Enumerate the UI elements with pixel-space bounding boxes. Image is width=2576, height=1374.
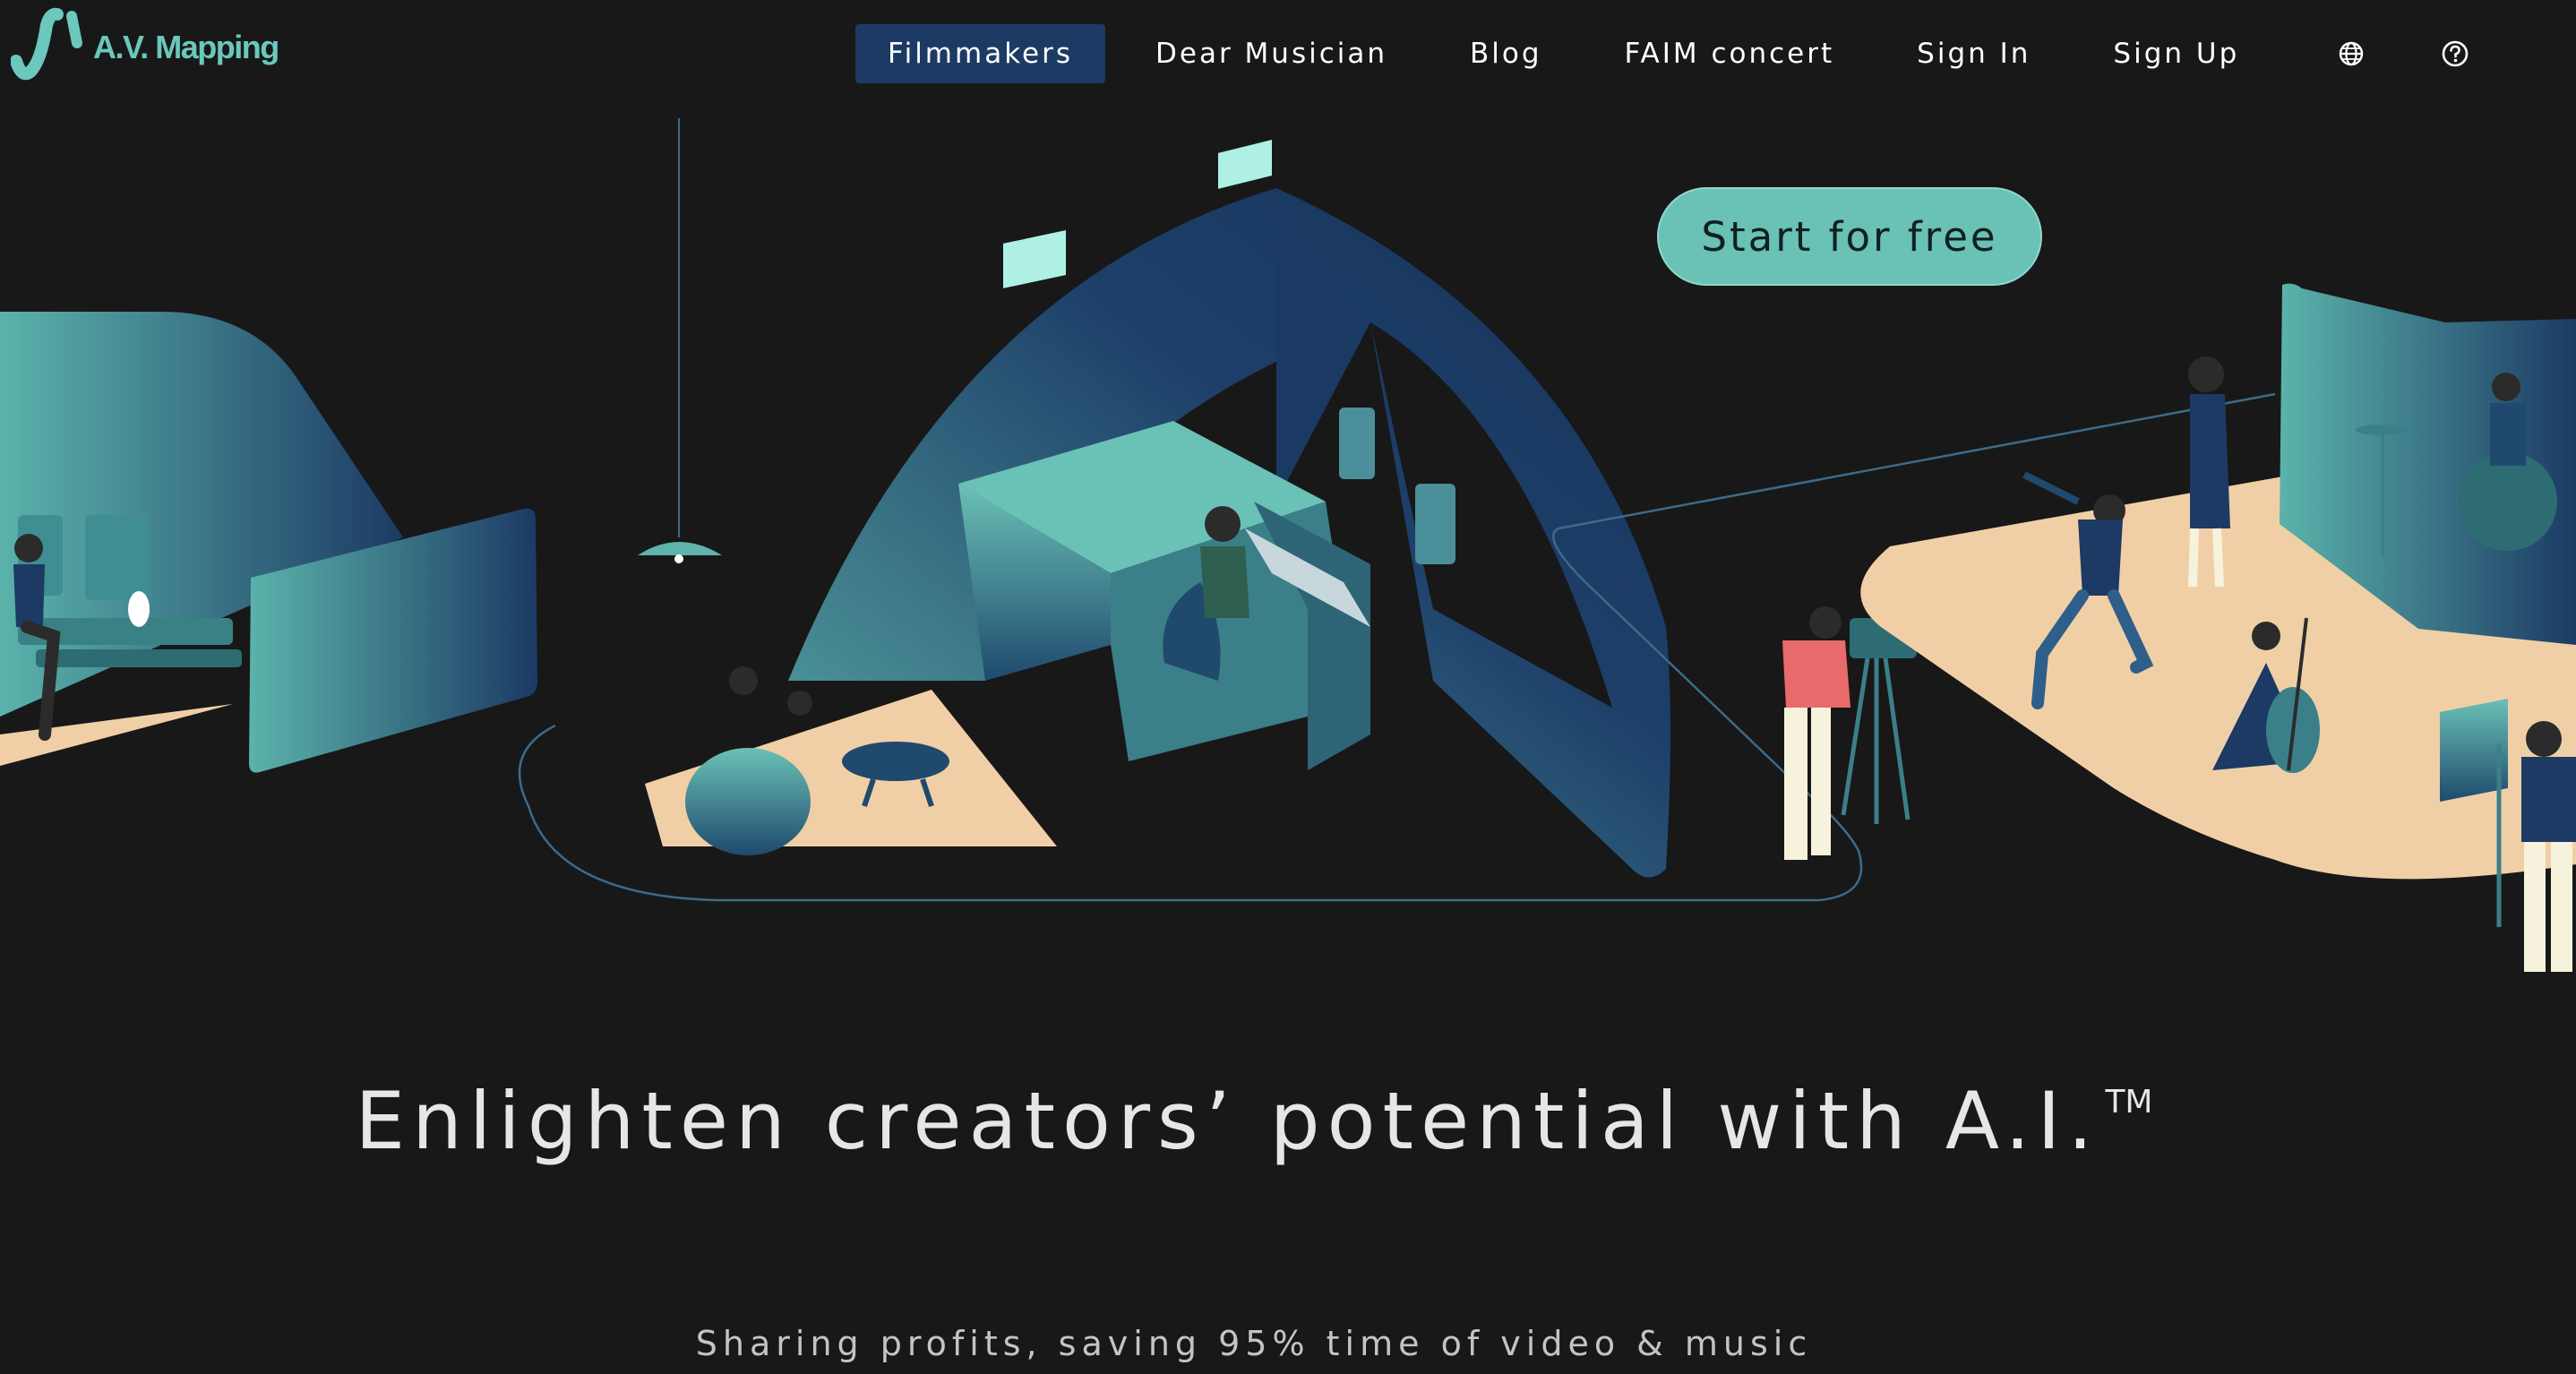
cinema-scene (0, 312, 537, 773)
lounge-scene (645, 666, 1057, 855)
trademark-mark: TM (2105, 1084, 2153, 1121)
hero-headline-text: Enlighten creators’ potential with A.I. (355, 1075, 2100, 1167)
hero-headline: Enlighten creators’ potential with A.I. T… (0, 1075, 2508, 1167)
pendant-lamp (638, 118, 722, 563)
hero-illustration (0, 118, 2576, 972)
start-for-free-button[interactable]: Start for free (1657, 187, 2042, 286)
concert-stage (1860, 283, 2576, 972)
hero-subline: Sharing profits, saving 95% time of vide… (695, 1324, 1813, 1363)
camera-operator (1782, 606, 1917, 860)
